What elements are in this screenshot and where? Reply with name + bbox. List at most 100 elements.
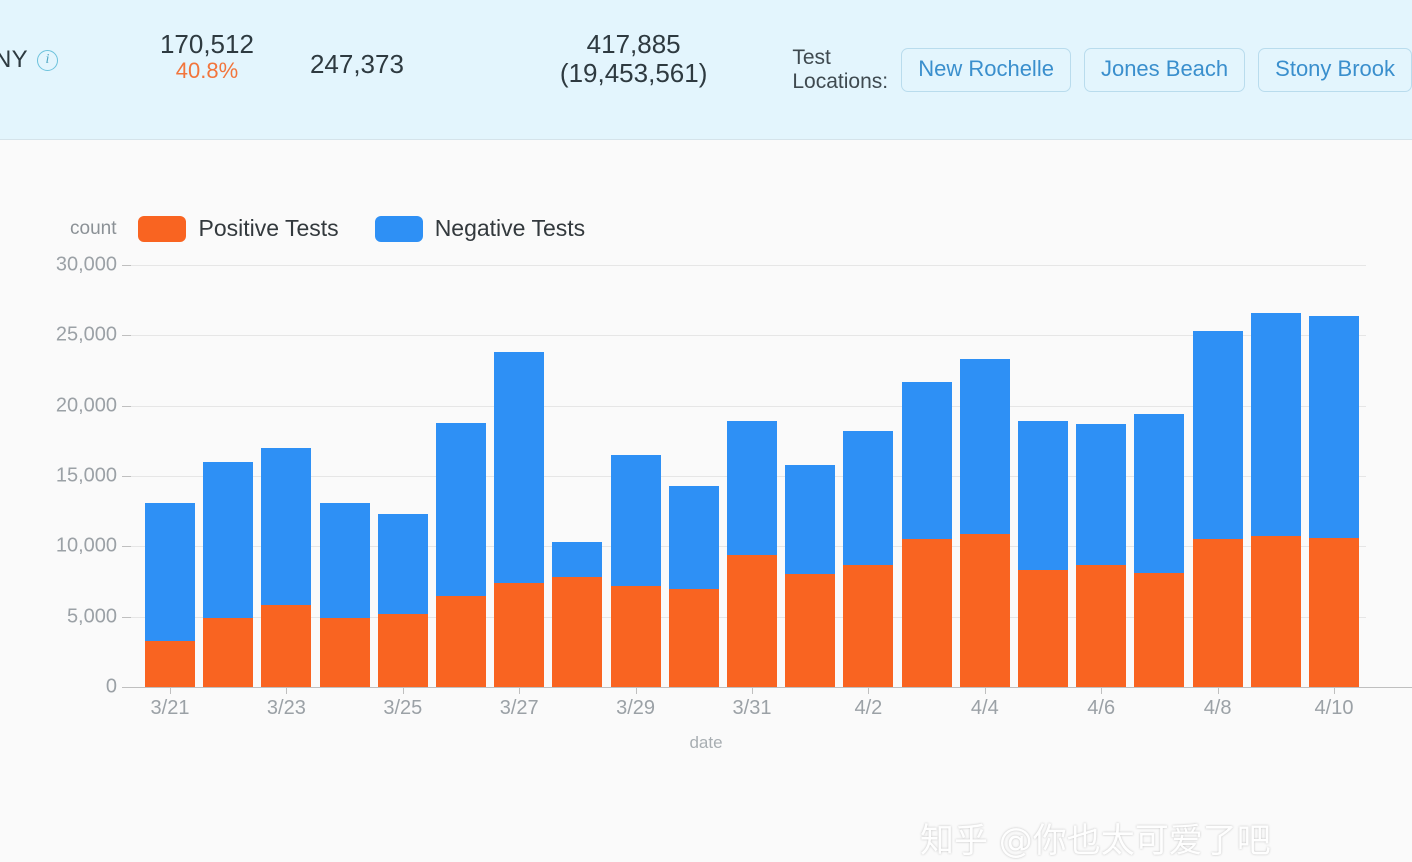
bar-3-28[interactable] [552, 542, 603, 687]
bar-3-23[interactable] [261, 447, 312, 687]
x-axis-tick-mark [286, 687, 288, 694]
x-axis-tick-mark [635, 687, 637, 694]
bar-segment-negative[interactable] [727, 421, 777, 555]
bar-4-6[interactable] [1076, 423, 1127, 687]
test-locations-label: Test Locations: [792, 46, 889, 93]
y-axis-tick-label: 10,000 [55, 534, 117, 557]
bar-segment-positive[interactable] [436, 595, 486, 687]
bar-segment-positive[interactable] [610, 585, 661, 687]
state-block: NY i [0, 30, 58, 74]
bar-4-9[interactable] [1250, 312, 1301, 687]
bar-4-3[interactable] [901, 381, 952, 687]
bar-segment-positive[interactable] [1018, 570, 1068, 687]
y-axis-tick-label: 30,000 [55, 253, 117, 276]
bar-segment-positive[interactable] [377, 613, 428, 687]
bar-segment-positive[interactable] [145, 640, 195, 687]
metric-cases-value: 170,512 [159, 29, 254, 59]
bar-segment-positive[interactable] [319, 618, 370, 687]
bar-segment-negative[interactable] [610, 454, 661, 586]
bar-4-7[interactable] [1134, 414, 1185, 687]
bar-segment-positive[interactable] [1250, 536, 1301, 687]
bar-segment-negative[interactable] [436, 422, 486, 596]
bar-segment-positive[interactable] [1076, 564, 1127, 687]
y-axis-tick-label: 0 [105, 675, 117, 698]
bar-4-1[interactable] [785, 464, 836, 687]
bar-3-24[interactable] [319, 502, 370, 687]
bar-segment-negative[interactable] [319, 502, 370, 619]
bar-segment-negative[interactable] [1309, 315, 1359, 538]
bar-segment-negative[interactable] [203, 461, 254, 619]
bar-segment-negative[interactable] [843, 430, 894, 565]
x-axis-tick-mark [1217, 687, 1219, 694]
bar-segment-positive[interactable] [203, 618, 254, 687]
bar-segment-negative[interactable] [377, 513, 428, 614]
bar-3-25[interactable] [377, 513, 428, 687]
bar-4-4[interactable] [959, 359, 1010, 687]
bar-3-26[interactable] [436, 422, 486, 687]
bar-segment-negative[interactable] [901, 381, 952, 540]
bar-4-8[interactable] [1192, 331, 1243, 687]
bar-segment-positive[interactable] [1134, 573, 1185, 687]
bar-segment-negative[interactable] [494, 352, 545, 583]
bar-segment-positive[interactable] [901, 539, 952, 687]
state-label: NY [0, 46, 28, 73]
info-icon[interactable]: i [36, 49, 58, 71]
x-axis-tick-mark [1101, 687, 1103, 694]
location-chip-new-rochelle[interactable]: New Rochelle [901, 48, 1071, 92]
y-axis-tick-mark [122, 405, 131, 407]
bar-4-10[interactable] [1309, 315, 1359, 687]
bar-segment-positive[interactable] [1192, 539, 1243, 687]
bar-segment-positive[interactable] [261, 605, 312, 687]
bar-segment-negative[interactable] [1076, 423, 1127, 565]
chart-area: count Positive Tests Negative Tests 0 5,0… [0, 141, 1412, 861]
bar-3-30[interactable] [668, 485, 719, 687]
bar-segment-negative[interactable] [785, 464, 836, 575]
bar-3-21[interactable] [145, 502, 195, 687]
x-axis-tick-label: 3/31 [732, 697, 772, 719]
x-axis-tick-label: 3/27 [499, 697, 539, 719]
bar-4-2[interactable] [843, 430, 894, 687]
x-axis-tick-mark [1334, 687, 1335, 694]
metric-tested-value: 247,373 [309, 49, 404, 79]
bar-segment-positive[interactable] [843, 564, 894, 687]
bar-4-5[interactable] [1018, 421, 1068, 687]
bar-segment-negative[interactable] [668, 485, 719, 589]
x-axis-line [131, 687, 1412, 688]
bar-segment-negative[interactable] [145, 502, 195, 641]
x-axis-tick-label: 3/21 [150, 697, 190, 719]
location-chip-jones-beach[interactable]: Jones Beach [1083, 48, 1246, 92]
metric-cases: 170,512 40.8% [159, 29, 254, 84]
summary-header-band: NY i 170,512 40.8% 247,373 417,885 (19,4… [0, 0, 1412, 140]
bar-segment-positive[interactable] [552, 577, 603, 687]
x-axis-tick-label: 3/29 [616, 697, 656, 719]
bar-segment-negative[interactable] [1192, 331, 1243, 540]
bar-segment-negative[interactable] [1018, 421, 1068, 571]
x-axis-tick-mark [519, 687, 521, 694]
bar-3-22[interactable] [203, 461, 254, 687]
bar-segment-negative[interactable] [1250, 312, 1301, 537]
y-axis-tick-mark [122, 335, 131, 337]
bar-3-29[interactable] [610, 454, 661, 687]
bar-segment-positive[interactable] [1309, 537, 1359, 687]
x-axis-tick-label: 4/8 [1203, 697, 1232, 719]
location-chip-stony-brook[interactable]: Stony Brook [1258, 48, 1412, 92]
bar-segment-positive[interactable] [727, 554, 777, 687]
bar-segment-negative[interactable] [1134, 414, 1185, 574]
bar-segment-positive[interactable] [668, 588, 719, 687]
bar-segment-positive[interactable] [494, 582, 545, 687]
y-axis-tick-label: 25,000 [55, 323, 117, 346]
x-axis-tick-mark [402, 687, 404, 694]
x-axis-tick-mark [752, 687, 753, 694]
bar-3-31[interactable] [727, 421, 777, 687]
y-axis-tick-mark [122, 616, 131, 618]
gridline [131, 335, 1366, 337]
bar-segment-negative[interactable] [552, 542, 603, 578]
bar-segment-negative[interactable] [959, 359, 1010, 534]
bar-segment-positive[interactable] [785, 574, 836, 687]
bar-segment-positive[interactable] [959, 533, 1010, 687]
x-axis-tick-label: 4/10 [1314, 697, 1354, 719]
bar-segment-negative[interactable] [261, 447, 312, 606]
metric-negative-value: 417,885 [586, 29, 681, 59]
bar-3-27[interactable] [494, 352, 545, 687]
metric-negative-total: (19,453,561) [559, 58, 708, 89]
